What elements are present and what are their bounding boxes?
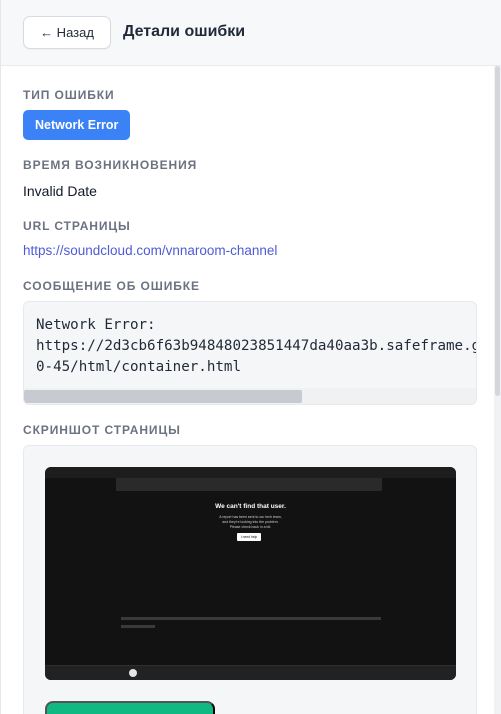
horizontal-scrollbar[interactable] (24, 388, 476, 404)
back-label: ← Назад (40, 25, 94, 40)
screenshot-banner (116, 478, 382, 491)
message-title: СООБЩЕНИЕ ОБ ОШИБКЕ (23, 279, 200, 293)
scrollbar-thumb[interactable] (24, 390, 302, 403)
screenshot-heading: We can't find that user. (215, 503, 286, 510)
header: ← Назад Детали ошибки (1, 0, 501, 66)
page-screenshot[interactable]: We can't find that user. A report has be… (45, 467, 456, 680)
screenshot-topbar (45, 467, 456, 478)
error-message-text: Network Error: https://2d3cb6f63b9484802… (36, 317, 477, 375)
open-screenshot-button[interactable] (45, 701, 215, 714)
error-details-panel: ← Назад Детали ошибки ТИП ОШИБКИ Network… (0, 0, 501, 714)
screenshot-help-button: I need help (237, 533, 261, 541)
screenshot-footer-links (121, 617, 381, 620)
screenshot-language (121, 625, 155, 628)
error-type-badge: Network Error (23, 110, 131, 140)
screenshot-container: We can't find that user. A report has be… (23, 445, 477, 714)
time-value: Invalid Date (23, 183, 97, 199)
screenshot-subtext: A report has been sent to our tech team,… (219, 515, 282, 529)
page-title: Детали ошибки (123, 23, 246, 40)
screenshot-player-bar (45, 665, 456, 680)
error-type-title: ТИП ОШИБКИ (23, 88, 115, 102)
page-url-link[interactable]: https://soundcloud.com/vnnaroom-channel (23, 243, 277, 258)
play-icon (129, 669, 137, 677)
screenshot-title: СКРИНШОТ СТРАНИЦЫ (23, 423, 181, 437)
url-title: URL СТРАНИЦЫ (23, 219, 131, 233)
vertical-scrollbar-thumb[interactable] (495, 66, 500, 396)
back-button[interactable]: ← Назад (23, 16, 111, 49)
time-title: ВРЕМЯ ВОЗНИКНОВЕНИЯ (23, 158, 198, 172)
error-message-box[interactable]: Network Error: https://2d3cb6f63b9484802… (23, 301, 477, 405)
